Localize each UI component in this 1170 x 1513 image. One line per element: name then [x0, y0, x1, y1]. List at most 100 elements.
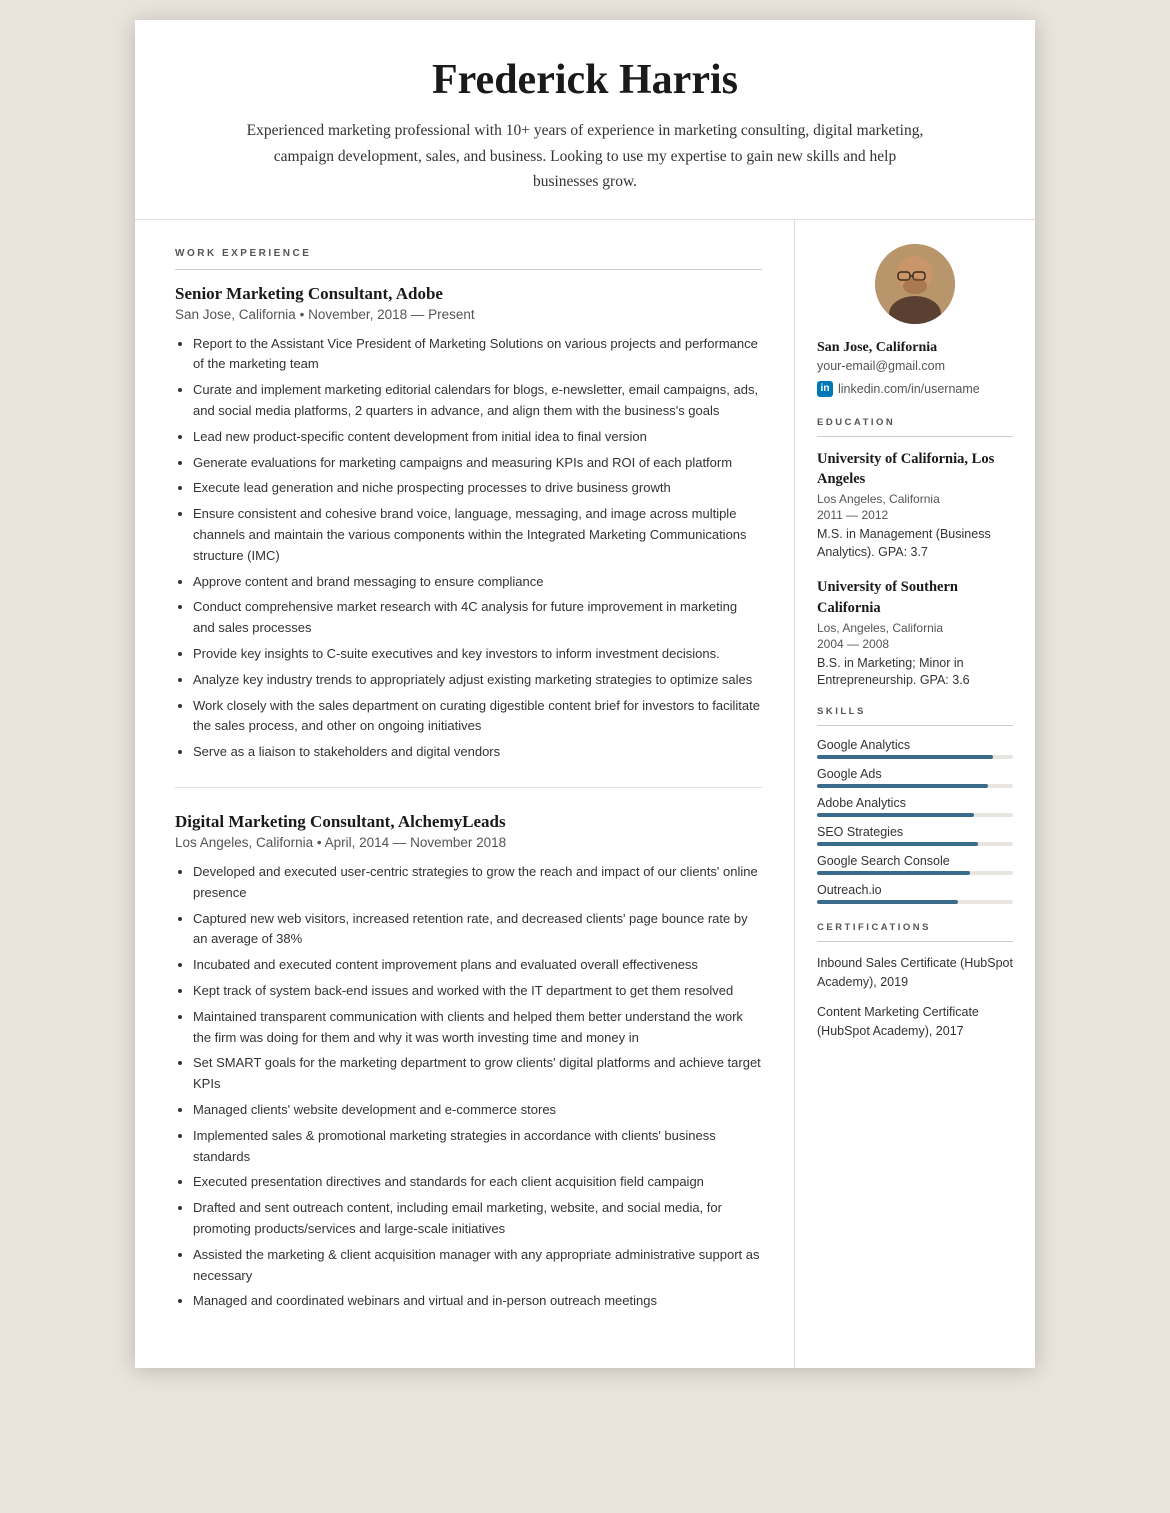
- contact-info: San Jose, California your-email@gmail.co…: [817, 340, 1013, 397]
- main-content: WORK EXPERIENCE Senior Marketing Consult…: [135, 220, 795, 1368]
- skill-bar-bg-5: [817, 871, 1013, 875]
- bullet-item: Managed clients' website development and…: [193, 1100, 762, 1121]
- bullet-item: Approve content and brand messaging to e…: [193, 572, 762, 593]
- candidate-name: Frederick Harris: [195, 56, 975, 104]
- job-dates-2: April, 2014 — November 2018: [325, 835, 507, 850]
- cert-block-2: Content Marketing Certificate (HubSpot A…: [817, 1003, 1013, 1041]
- edu-years-1: 2011 — 2012: [817, 508, 1013, 522]
- job-meta-2: Los Angeles, California • April, 2014 — …: [175, 835, 762, 850]
- skills-divider: [817, 725, 1013, 726]
- skill-bar-fill-3: [817, 813, 974, 817]
- skill-bar-fill-5: [817, 871, 970, 875]
- bullet-item: Implemented sales & promotional marketin…: [193, 1126, 762, 1168]
- skills-section: SKILLS Google Analytics Google Ads Adobe…: [817, 706, 1013, 904]
- bullet-item: Assisted the marketing & client acquisit…: [193, 1245, 762, 1287]
- bullet-item: Curate and implement marketing editorial…: [193, 380, 762, 422]
- edu-school-1: University of California, Los Angeles: [817, 449, 1013, 490]
- bullet-item: Drafted and sent outreach content, inclu…: [193, 1198, 762, 1240]
- job-location-1: San Jose, California: [175, 307, 296, 322]
- job-title-1: Senior Marketing Consultant, Adobe: [175, 284, 762, 304]
- skill-item-5: Google Search Console: [817, 854, 1013, 875]
- skill-item-1: Google Analytics: [817, 738, 1013, 759]
- work-experience-label: WORK EXPERIENCE: [175, 248, 762, 259]
- header-summary: Experienced marketing professional with …: [245, 118, 925, 195]
- skill-bar-bg-4: [817, 842, 1013, 846]
- bullet-item: Conduct comprehensive market research wi…: [193, 597, 762, 639]
- sidebar: San Jose, California your-email@gmail.co…: [795, 220, 1035, 1085]
- cert-text-2: Content Marketing Certificate (HubSpot A…: [817, 1003, 1013, 1041]
- bullet-item: Lead new product-specific content develo…: [193, 427, 762, 448]
- education-divider: [817, 436, 1013, 437]
- skill-item-4: SEO Strategies: [817, 825, 1013, 846]
- certifications-divider: [817, 941, 1013, 942]
- job-location-2: Los Angeles, California: [175, 835, 313, 850]
- job-bullets-1: Report to the Assistant Vice President o…: [175, 334, 762, 763]
- edu-block-2: University of Southern California Los, A…: [817, 577, 1013, 690]
- skill-name-6: Outreach.io: [817, 883, 1013, 897]
- bullet-item: Kept track of system back-end issues and…: [193, 981, 762, 1002]
- skill-name-1: Google Analytics: [817, 738, 1013, 752]
- body-section: WORK EXPERIENCE Senior Marketing Consult…: [135, 220, 1035, 1368]
- skill-item-3: Adobe Analytics: [817, 796, 1013, 817]
- bullet-item: Set SMART goals for the marketing depart…: [193, 1053, 762, 1095]
- bullet-item: Work closely with the sales department o…: [193, 696, 762, 738]
- certifications-section: CERTIFICATIONS Inbound Sales Certificate…: [817, 922, 1013, 1041]
- contact-location: San Jose, California: [817, 340, 1013, 356]
- skill-bar-bg-3: [817, 813, 1013, 817]
- job-dot-2: •: [317, 835, 325, 850]
- bullet-item: Captured new web visitors, increased ret…: [193, 909, 762, 951]
- bullet-item: Analyze key industry trends to appropria…: [193, 670, 762, 691]
- linkedin-icon: in: [817, 381, 833, 397]
- bullet-item: Provide key insights to C-suite executiv…: [193, 644, 762, 665]
- job-block-2: Digital Marketing Consultant, AlchemyLea…: [175, 812, 762, 1312]
- job-bullets-2: Developed and executed user-centric stra…: [175, 862, 762, 1312]
- edu-location-1: Los Angeles, California: [817, 492, 1013, 506]
- job-dot-1: •: [300, 307, 308, 322]
- bullet-item: Developed and executed user-centric stra…: [193, 862, 762, 904]
- edu-degree-2: B.S. in Marketing; Minor in Entrepreneur…: [817, 655, 1013, 690]
- bullet-item: Managed and coordinated webinars and vir…: [193, 1291, 762, 1312]
- skill-name-2: Google Ads: [817, 767, 1013, 781]
- education-section: EDUCATION University of California, Los …: [817, 417, 1013, 690]
- skill-name-4: SEO Strategies: [817, 825, 1013, 839]
- avatar: [875, 244, 955, 324]
- bullet-item: Generate evaluations for marketing campa…: [193, 453, 762, 474]
- cert-text-1: Inbound Sales Certificate (HubSpot Acade…: [817, 954, 1013, 992]
- contact-linkedin: in linkedin.com/in/username: [817, 381, 1013, 397]
- education-label: EDUCATION: [817, 417, 1013, 428]
- skill-bar-fill-4: [817, 842, 978, 846]
- skill-name-5: Google Search Console: [817, 854, 1013, 868]
- edu-school-2: University of Southern California: [817, 577, 1013, 618]
- certifications-label: CERTIFICATIONS: [817, 922, 1013, 933]
- linkedin-url: linkedin.com/in/username: [838, 382, 980, 396]
- edu-degree-1: M.S. in Management (Business Analytics).…: [817, 526, 1013, 561]
- bullet-item: Ensure consistent and cohesive brand voi…: [193, 504, 762, 566]
- avatar-svg: [875, 244, 955, 324]
- job-title-2: Digital Marketing Consultant, AlchemyLea…: [175, 812, 762, 832]
- bullet-item: Incubated and executed content improveme…: [193, 955, 762, 976]
- bullet-item: Execute lead generation and niche prospe…: [193, 478, 762, 499]
- bullet-item: Report to the Assistant Vice President o…: [193, 334, 762, 376]
- bullet-item: Serve as a liaison to stakeholders and d…: [193, 742, 762, 763]
- skills-label: SKILLS: [817, 706, 1013, 717]
- skill-item-2: Google Ads: [817, 767, 1013, 788]
- header-section: Frederick Harris Experienced marketing p…: [135, 20, 1035, 220]
- cert-block-1: Inbound Sales Certificate (HubSpot Acade…: [817, 954, 1013, 992]
- job-dates-1: November, 2018 — Present: [308, 307, 475, 322]
- resume-document: Frederick Harris Experienced marketing p…: [135, 20, 1035, 1368]
- skill-bar-fill-2: [817, 784, 988, 788]
- skill-bar-fill-1: [817, 755, 993, 759]
- job-meta-1: San Jose, California • November, 2018 — …: [175, 307, 762, 322]
- edu-years-2: 2004 — 2008: [817, 637, 1013, 651]
- work-divider: [175, 269, 762, 270]
- edu-block-1: University of California, Los Angeles Lo…: [817, 449, 1013, 562]
- skill-bar-bg-1: [817, 755, 1013, 759]
- edu-location-2: Los, Angeles, California: [817, 621, 1013, 635]
- skill-bar-bg-2: [817, 784, 1013, 788]
- avatar-container: [817, 244, 1013, 324]
- skill-name-3: Adobe Analytics: [817, 796, 1013, 810]
- bullet-item: Executed presentation directives and sta…: [193, 1172, 762, 1193]
- job-separator: [175, 787, 762, 788]
- skill-bar-fill-6: [817, 900, 958, 904]
- bullet-item: Maintained transparent communication wit…: [193, 1007, 762, 1049]
